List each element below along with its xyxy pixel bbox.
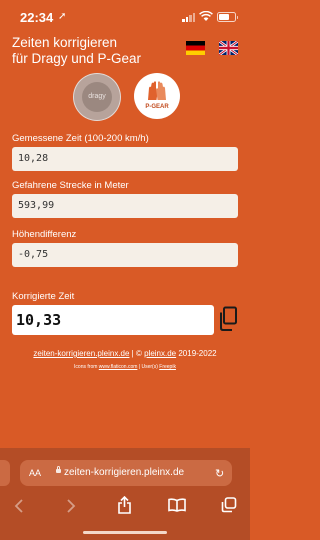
- wifi-icon: [199, 11, 213, 21]
- battery-icon: [217, 12, 238, 22]
- de-flag-icon[interactable]: [186, 41, 205, 55]
- measured-time-input[interactable]: 10,28: [12, 147, 238, 171]
- bookmarks-icon[interactable]: [168, 498, 186, 512]
- share-icon[interactable]: [117, 496, 132, 514]
- browser-toolbar: AA zeiten-korrigieren.pleinx.de ↻: [0, 448, 250, 540]
- site-link[interactable]: zeiten-korrigieren.pleinx.de: [33, 349, 129, 358]
- footer-years: 2019-2022: [176, 349, 217, 358]
- address-bar[interactable]: AA zeiten-korrigieren.pleinx.de ↻: [20, 460, 232, 486]
- height-difference-input[interactable]: -0,75: [12, 243, 238, 267]
- pgear-device-button[interactable]: P-GEAR: [134, 73, 180, 119]
- dragy-label: dragy: [82, 82, 112, 112]
- distance-input[interactable]: 593,99: [12, 194, 238, 218]
- dragy-device-button[interactable]: dragy: [73, 73, 121, 121]
- back-icon[interactable]: [14, 499, 24, 513]
- footer-attribution: Icons from www.flaticon.com | User(s) Fr…: [0, 364, 250, 370]
- measured-time-label: Gemessene Zeit (100-200 km/h): [12, 133, 149, 144]
- corrected-time-output: 10,33: [12, 305, 214, 335]
- home-indicator: [83, 531, 167, 534]
- tabs-icon[interactable]: [221, 497, 237, 513]
- flaticon-link[interactable]: www.flaticon.com: [99, 364, 138, 370]
- distance-label: Gefahrene Strecke in Meter: [12, 180, 129, 191]
- footer-copyright: zeiten-korrigieren.pleinx.de | © pleinx.…: [0, 349, 250, 358]
- icons-prefix: Icons from: [74, 364, 99, 370]
- status-bar: 22:34 ➚: [0, 0, 250, 34]
- reader-aa-button[interactable]: AA: [29, 468, 41, 478]
- forward-icon[interactable]: [66, 499, 76, 513]
- copy-icon[interactable]: [218, 306, 238, 332]
- height-difference-label: Höhendifferenz: [12, 229, 77, 240]
- uk-flag-icon[interactable]: [219, 41, 238, 55]
- reload-icon[interactable]: ↻: [215, 467, 224, 480]
- corrected-time-label: Korrigierte Zeit: [12, 291, 75, 302]
- pgear-label: P-GEAR: [145, 104, 169, 110]
- previous-tab-pill[interactable]: [0, 460, 10, 486]
- page-title-line-2: für Dragy und P-Gear: [12, 51, 142, 66]
- location-arrow-icon: ➚: [58, 11, 67, 22]
- freepik-link[interactable]: Freepik: [159, 364, 176, 370]
- footer-separator: | ©: [129, 349, 145, 358]
- page-title-line-1: Zeiten korrigieren: [12, 35, 118, 50]
- icons-mid: | User(s): [137, 364, 160, 370]
- cellular-signal-icon: [182, 13, 195, 22]
- address-text[interactable]: zeiten-korrigieren.pleinx.de: [64, 467, 184, 478]
- pgear-hands-icon: [148, 81, 166, 100]
- lock-icon: [56, 466, 61, 473]
- clock: 22:34: [20, 10, 54, 25]
- owner-link[interactable]: pleinx.de: [144, 349, 176, 358]
- page-title: Zeiten korrigieren für Dragy und P-Gear: [12, 35, 182, 67]
